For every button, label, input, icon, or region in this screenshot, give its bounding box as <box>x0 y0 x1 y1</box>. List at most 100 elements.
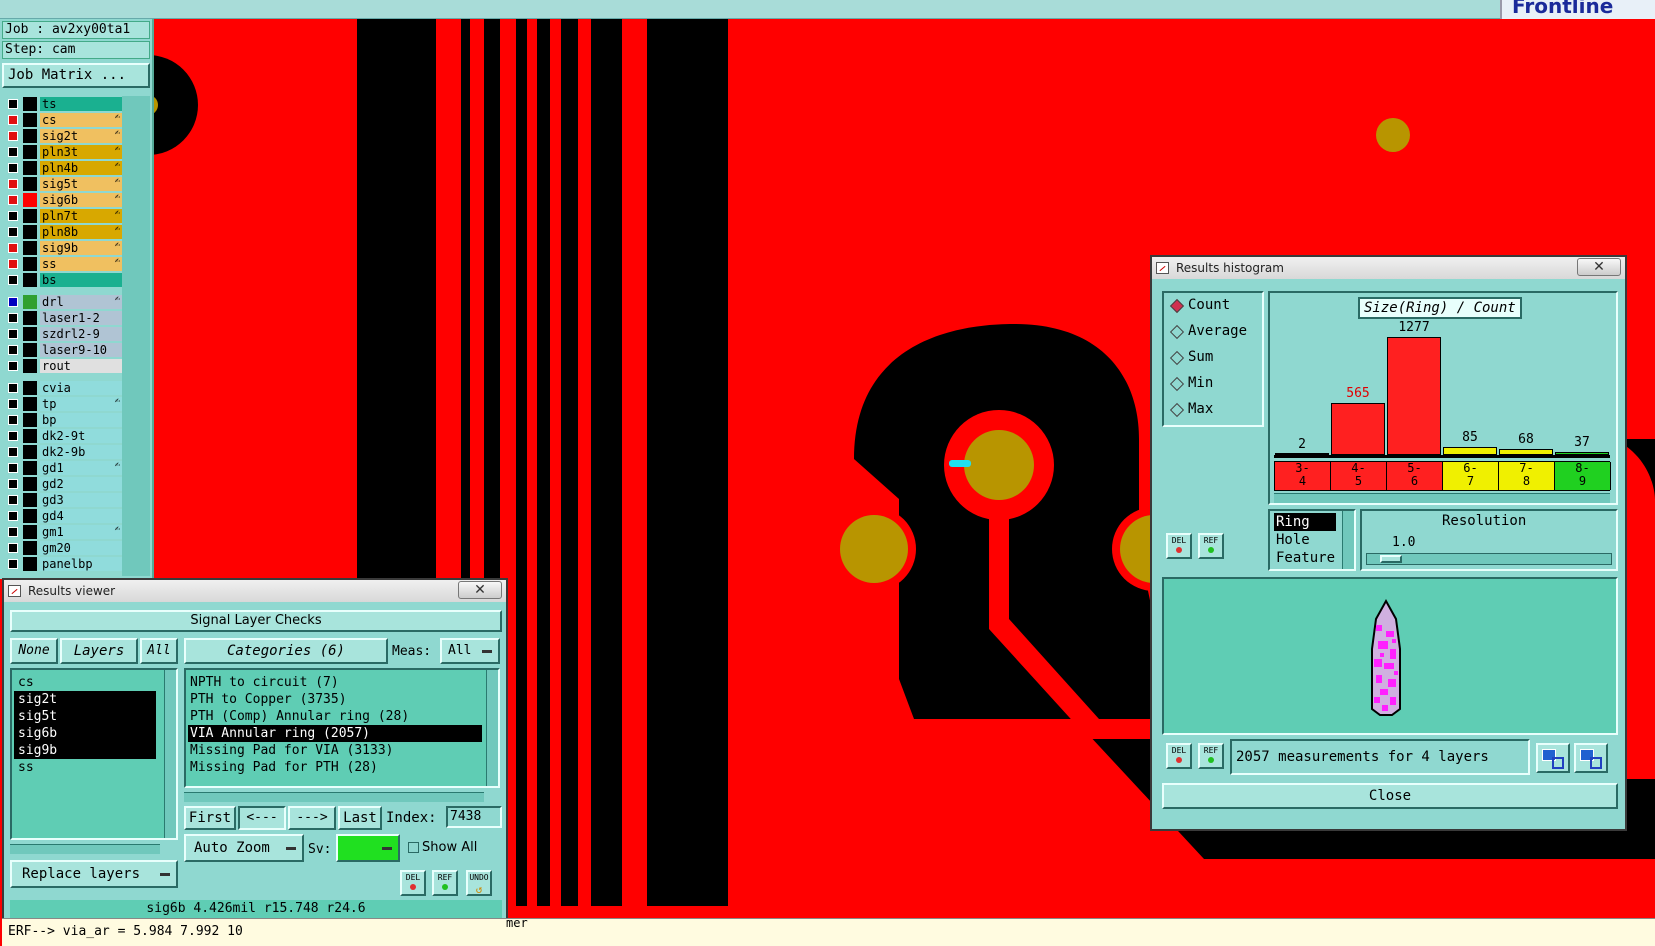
layer-checkbox[interactable] <box>8 163 18 173</box>
meas-dropdown[interactable]: All <box>440 638 500 664</box>
layer-checkbox[interactable] <box>8 361 18 371</box>
list-item[interactable]: sig9b <box>14 742 156 759</box>
layer-name[interactable]: tp <box>40 397 122 411</box>
list-item[interactable]: sig2t <box>14 691 156 708</box>
layer-color-swatch[interactable] <box>23 209 37 223</box>
layer-checkbox[interactable] <box>8 431 18 441</box>
replace-layers-dropdown[interactable]: Replace layers <box>10 860 178 888</box>
layer-name[interactable]: ts <box>40 97 122 111</box>
layer-checkbox[interactable] <box>8 227 18 237</box>
layer-name[interactable]: laser1-2 <box>40 311 122 325</box>
radio-icon[interactable] <box>1169 402 1185 418</box>
layer-color-swatch[interactable] <box>23 397 37 411</box>
list-item[interactable]: Missing Pad for PTH (28) <box>188 759 482 776</box>
layer-checkbox[interactable] <box>8 447 18 457</box>
ref-button[interactable]: REF <box>432 870 458 896</box>
layer-color-swatch[interactable] <box>23 241 37 255</box>
show-all-checkbox[interactable] <box>408 842 419 853</box>
layer-color-swatch[interactable] <box>23 429 37 443</box>
radio-icon[interactable] <box>1169 324 1185 340</box>
layer-color-swatch[interactable] <box>23 113 37 127</box>
layer-name[interactable]: dk2-9t <box>40 429 122 443</box>
layer-row[interactable]: gd2 <box>2 476 122 492</box>
layer-color-swatch[interactable] <box>23 381 37 395</box>
first-button[interactable]: First <box>184 806 236 830</box>
layer-row[interactable]: gd1 ✍ <box>2 460 122 476</box>
radio-icon[interactable] <box>1169 376 1185 392</box>
layer-row[interactable]: cs ✍ <box>2 112 122 128</box>
mode-option[interactable]: Max <box>1164 397 1262 423</box>
layer-name[interactable]: ss <box>40 257 122 271</box>
layer-name[interactable]: gd1 <box>40 461 122 475</box>
layer-checkbox[interactable] <box>8 243 18 253</box>
layer-row[interactable]: laser9-10 <box>2 342 122 358</box>
layer-row[interactable]: dk2-9t <box>2 428 122 444</box>
layer-row[interactable]: drl ✍ <box>2 294 122 310</box>
layer-checkbox[interactable] <box>8 329 18 339</box>
resolution-slider[interactable] <box>1366 553 1612 565</box>
layer-row[interactable]: laser1-2 <box>2 310 122 326</box>
layer-color-swatch[interactable] <box>23 461 37 475</box>
layer-name[interactable]: pln3t <box>40 145 122 159</box>
layer-row[interactable]: gd4 <box>2 508 122 524</box>
del-button[interactable]: DEL <box>1166 533 1192 559</box>
auto-zoom-dropdown[interactable]: Auto Zoom <box>184 834 304 862</box>
categories-scrollbar[interactable] <box>486 670 498 786</box>
close-button[interactable]: Close <box>1162 783 1618 809</box>
list-item[interactable]: sig6b <box>14 725 156 742</box>
layer-scrollbar[interactable] <box>122 96 150 576</box>
layer-color-swatch[interactable] <box>23 327 37 341</box>
list-item[interactable]: ss <box>14 759 156 776</box>
layer-row[interactable]: sig5t ✍ <box>2 176 122 192</box>
layer-name[interactable]: sig9b <box>40 241 122 255</box>
export-button[interactable] <box>1536 743 1570 773</box>
histogram-bar[interactable] <box>1387 337 1441 455</box>
job-matrix-button[interactable]: Job Matrix ... <box>2 63 150 88</box>
layer-color-swatch[interactable] <box>23 225 37 239</box>
layers-scrollbar[interactable] <box>164 670 176 838</box>
layer-row[interactable]: bs <box>2 272 122 288</box>
layers-button[interactable]: Layers <box>60 638 138 664</box>
layer-row[interactable]: rout <box>2 358 122 374</box>
ref-button[interactable]: REF <box>1198 533 1224 559</box>
layer-row[interactable]: gm1 ✍ <box>2 524 122 540</box>
layer-checkbox[interactable] <box>8 399 18 409</box>
list-item[interactable]: PTH (Comp) Annular ring (28) <box>188 708 482 725</box>
list-item[interactable]: Missing Pad for VIA (3133) <box>188 742 482 759</box>
layer-checkbox[interactable] <box>8 463 18 473</box>
layer-color-swatch[interactable] <box>23 509 37 523</box>
categories-button[interactable]: Categories (6) <box>184 638 388 664</box>
histogram-bar[interactable] <box>1443 447 1497 455</box>
layer-row[interactable]: panelbp <box>2 556 122 572</box>
layer-name[interactable]: pln4b <box>40 161 122 175</box>
mode-option[interactable]: Average <box>1164 319 1262 345</box>
index-input[interactable]: 7438 <box>446 806 502 828</box>
layer-name[interactable]: gd2 <box>40 477 122 491</box>
layer-checkbox[interactable] <box>8 559 18 569</box>
layer-checkbox[interactable] <box>8 131 18 141</box>
layer-checkbox[interactable] <box>8 275 18 285</box>
sv-color-dropdown[interactable] <box>336 834 400 862</box>
layer-row[interactable]: szdrl2-9 <box>2 326 122 342</box>
radio-icon[interactable] <box>1169 298 1185 314</box>
layer-row[interactable]: cvia <box>2 380 122 396</box>
histogram-titlebar[interactable]: Results histogram ✕ <box>1152 257 1625 279</box>
layer-row[interactable]: pln3t ✍ <box>2 144 122 160</box>
layer-color-swatch[interactable] <box>23 257 37 271</box>
layer-checkbox[interactable] <box>8 99 18 109</box>
layer-checkbox[interactable] <box>8 527 18 537</box>
layer-name[interactable]: laser9-10 <box>40 343 122 357</box>
layers-hscrollbar[interactable] <box>10 844 160 854</box>
layer-checkbox[interactable] <box>8 543 18 553</box>
layer-color-swatch[interactable] <box>23 311 37 325</box>
layer-color-swatch[interactable] <box>23 129 37 143</box>
layer-name[interactable]: gd3 <box>40 493 122 507</box>
layer-checkbox[interactable] <box>8 211 18 221</box>
layer-checkbox[interactable] <box>8 195 18 205</box>
layer-name[interactable]: cvia <box>40 381 122 395</box>
layer-name[interactable]: drl <box>40 295 122 309</box>
layer-color-swatch[interactable] <box>23 557 37 571</box>
layer-row[interactable]: dk2-9b <box>2 444 122 460</box>
size-type-item[interactable]: Hole <box>1274 531 1336 549</box>
layer-color-swatch[interactable] <box>23 445 37 459</box>
